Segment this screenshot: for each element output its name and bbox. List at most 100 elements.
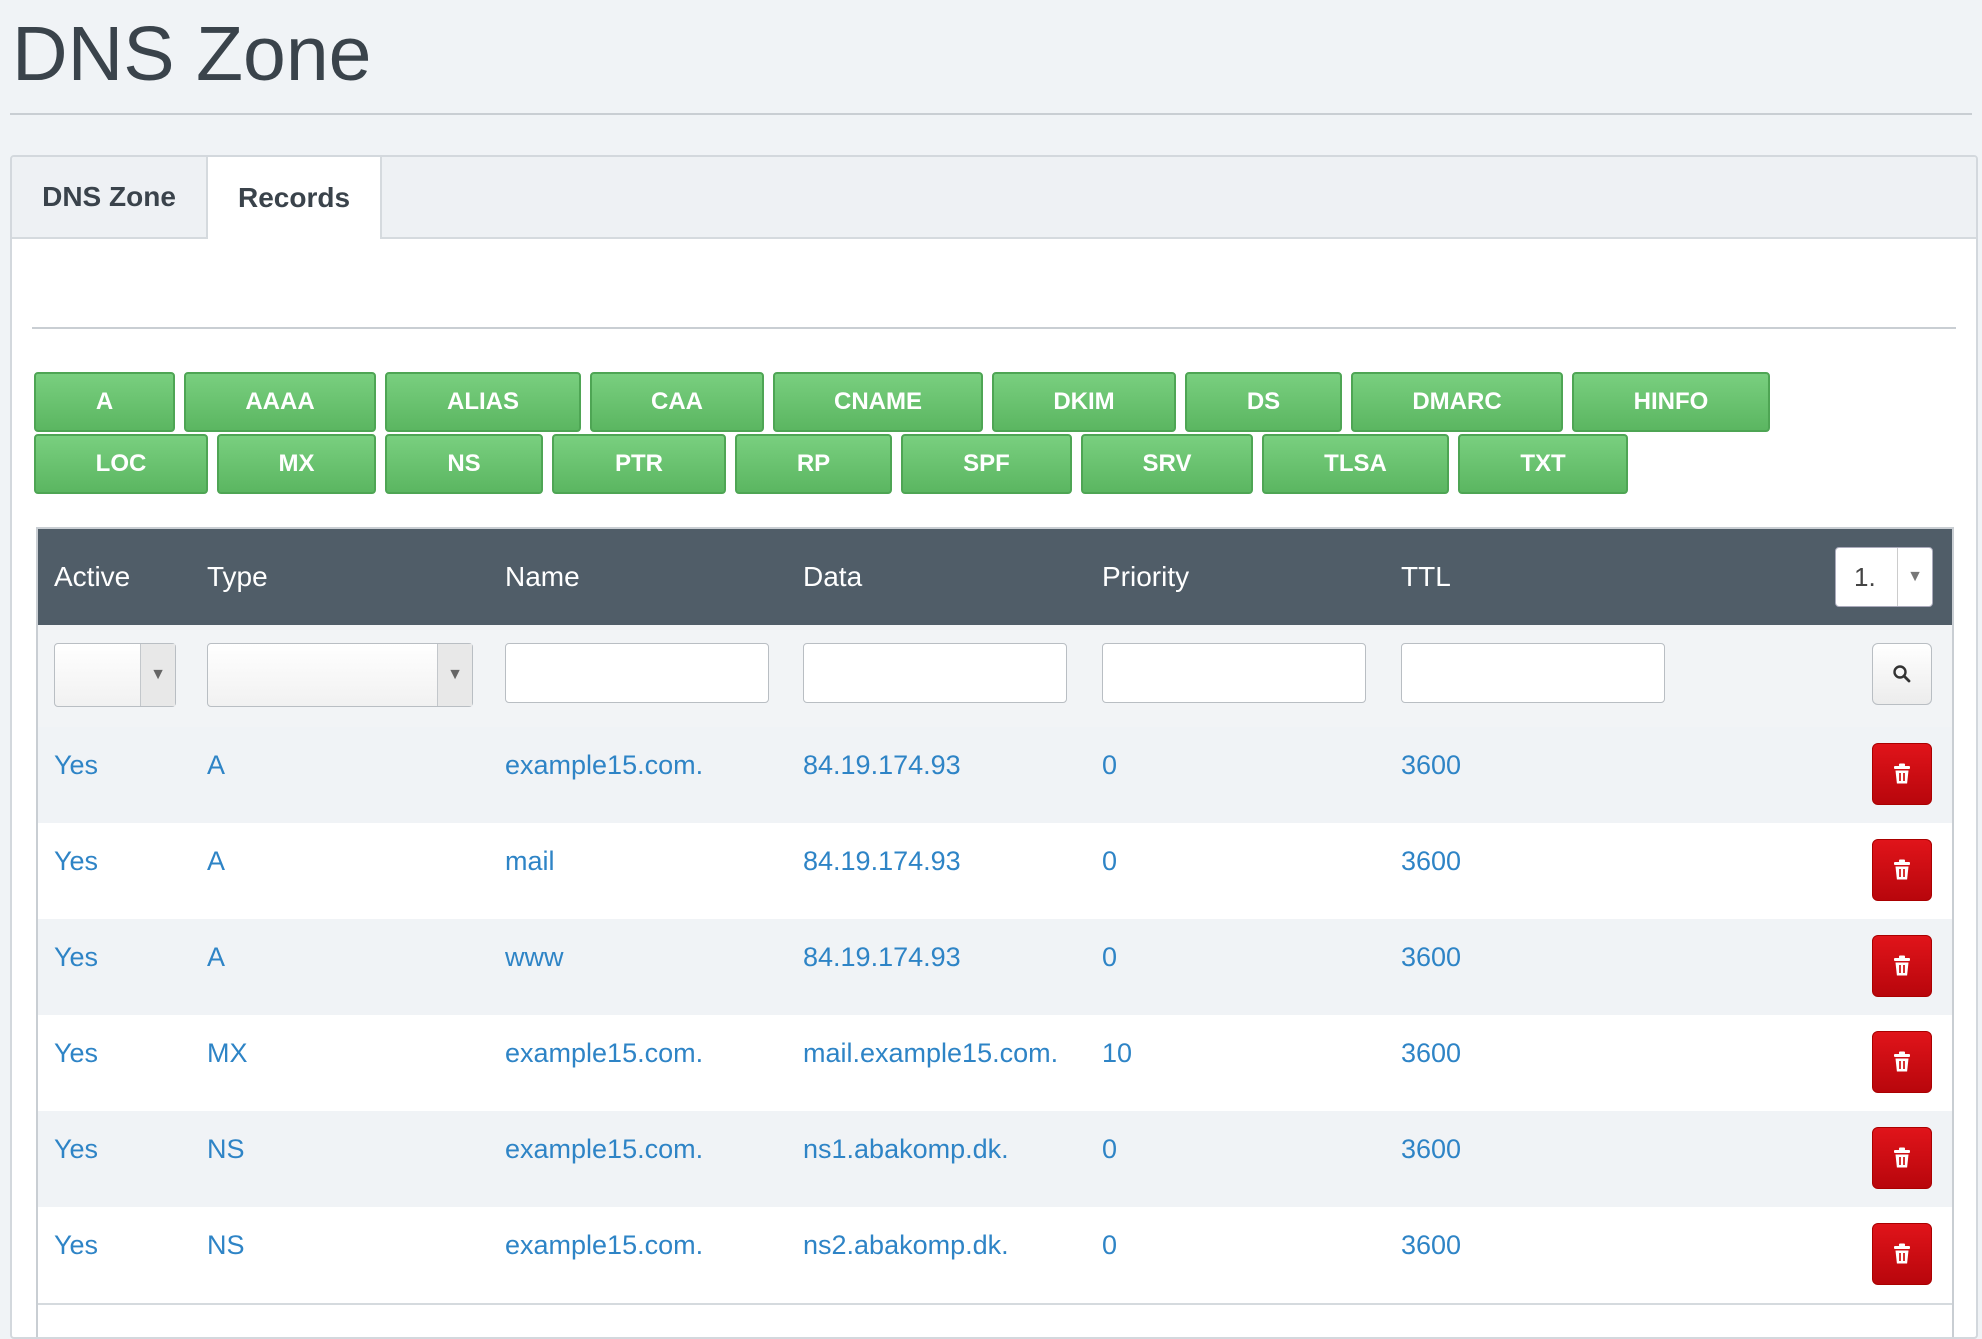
- cell-name[interactable]: mail: [505, 823, 555, 899]
- search-button[interactable]: [1872, 643, 1932, 705]
- add-dmarc-record-button[interactable]: DMARC: [1351, 372, 1563, 432]
- delete-record-button[interactable]: [1872, 1031, 1932, 1093]
- cell-active[interactable]: Yes: [54, 1111, 98, 1187]
- column-header-name[interactable]: Name: [505, 529, 580, 625]
- trash-icon: [1894, 1051, 1910, 1072]
- page-title: DNS Zone: [12, 11, 372, 97]
- cell-name[interactable]: example15.com.: [505, 1111, 703, 1187]
- trash-icon: [1894, 1243, 1910, 1264]
- section-divider: [32, 327, 1956, 329]
- cell-priority[interactable]: 0: [1102, 1111, 1117, 1187]
- cell-priority[interactable]: 0: [1102, 1207, 1117, 1283]
- cell-type[interactable]: NS: [207, 1207, 245, 1283]
- records-table: Active Type Name Data Priority TTL 1. ▼ …: [36, 527, 1954, 1337]
- cell-data[interactable]: 84.19.174.93: [803, 823, 961, 899]
- add-txt-record-button[interactable]: TXT: [1458, 434, 1628, 494]
- cell-name[interactable]: www: [505, 919, 564, 995]
- cell-name[interactable]: example15.com.: [505, 727, 703, 803]
- column-header-data[interactable]: Data: [803, 529, 862, 625]
- cell-data[interactable]: 84.19.174.93: [803, 727, 961, 803]
- table-row: Yes NS example15.com. ns2.abakomp.dk. 0 …: [38, 1207, 1952, 1305]
- title-divider: [10, 113, 1972, 115]
- add-mx-record-button[interactable]: MX: [217, 434, 376, 494]
- ttl-filter-input[interactable]: [1401, 643, 1665, 703]
- cell-active[interactable]: Yes: [54, 727, 98, 803]
- caret-down-icon: ▼: [1897, 548, 1932, 606]
- delete-record-button[interactable]: [1872, 935, 1932, 997]
- cell-active[interactable]: Yes: [54, 823, 98, 899]
- cell-data[interactable]: ns1.abakomp.dk.: [803, 1111, 1009, 1187]
- cell-ttl[interactable]: 3600: [1401, 1111, 1461, 1187]
- page-select-value: 1.: [1854, 562, 1876, 592]
- cell-type[interactable]: A: [207, 919, 225, 995]
- add-hinfo-record-button[interactable]: HINFO: [1572, 372, 1770, 432]
- cell-ttl[interactable]: 3600: [1401, 1207, 1461, 1283]
- cell-ttl[interactable]: 3600: [1401, 919, 1461, 995]
- cell-priority[interactable]: 0: [1102, 727, 1117, 803]
- add-alias-record-button[interactable]: ALIAS: [385, 372, 581, 432]
- add-ds-record-button[interactable]: DS: [1185, 372, 1342, 432]
- tab-bar: DNS Zone Records: [12, 157, 1976, 239]
- cell-active[interactable]: Yes: [54, 919, 98, 995]
- filter-row: ▼ ▼: [38, 625, 1952, 729]
- table-row: Yes A www 84.19.174.93 0 3600: [38, 919, 1952, 1017]
- table-row: Yes A example15.com. 84.19.174.93 0 3600: [38, 727, 1952, 825]
- delete-record-button[interactable]: [1872, 1127, 1932, 1189]
- cell-type[interactable]: MX: [207, 1015, 248, 1091]
- tab-dns-zone[interactable]: DNS Zone: [12, 157, 208, 237]
- cell-data[interactable]: 84.19.174.93: [803, 919, 961, 995]
- cell-active[interactable]: Yes: [54, 1207, 98, 1283]
- caret-down-icon: ▼: [140, 644, 175, 706]
- zone-panel: DNS Zone Records A AAAA ALIAS CAA CNAME …: [10, 155, 1978, 1339]
- name-filter-input[interactable]: [505, 643, 769, 703]
- delete-record-button[interactable]: [1872, 1223, 1932, 1285]
- cell-priority[interactable]: 0: [1102, 919, 1117, 995]
- tab-records[interactable]: Records: [208, 157, 382, 239]
- caret-down-icon: ▼: [437, 644, 472, 706]
- cell-type[interactable]: A: [207, 823, 225, 899]
- trash-icon: [1894, 859, 1910, 880]
- cell-active[interactable]: Yes: [54, 1015, 98, 1091]
- table-row: Yes NS example15.com. ns1.abakomp.dk. 0 …: [38, 1111, 1952, 1209]
- trash-icon: [1894, 955, 1910, 976]
- trash-icon: [1894, 763, 1910, 784]
- cell-name[interactable]: example15.com.: [505, 1015, 703, 1091]
- page-select[interactable]: 1. ▼: [1835, 547, 1933, 607]
- add-ns-record-button[interactable]: NS: [385, 434, 543, 494]
- add-aaaa-record-button[interactable]: AAAA: [184, 372, 376, 432]
- add-ptr-record-button[interactable]: PTR: [552, 434, 726, 494]
- data-filter-input[interactable]: [803, 643, 1067, 703]
- add-loc-record-button[interactable]: LOC: [34, 434, 208, 494]
- cell-name[interactable]: example15.com.: [505, 1207, 703, 1283]
- add-caa-record-button[interactable]: CAA: [590, 372, 764, 432]
- delete-record-button[interactable]: [1872, 743, 1932, 805]
- cell-data[interactable]: ns2.abakomp.dk.: [803, 1207, 1009, 1283]
- cell-type[interactable]: NS: [207, 1111, 245, 1187]
- cell-ttl[interactable]: 3600: [1401, 1015, 1461, 1091]
- table-row: Yes MX example15.com. mail.example15.com…: [38, 1015, 1952, 1113]
- cell-ttl[interactable]: 3600: [1401, 727, 1461, 803]
- column-header-active[interactable]: Active: [54, 529, 130, 625]
- cell-data[interactable]: mail.example15.com.: [803, 1015, 1058, 1091]
- trash-icon: [1894, 1147, 1910, 1168]
- cell-ttl[interactable]: 3600: [1401, 823, 1461, 899]
- cell-priority[interactable]: 0: [1102, 823, 1117, 899]
- cell-priority[interactable]: 10: [1102, 1015, 1132, 1091]
- column-header-ttl[interactable]: TTL: [1401, 529, 1451, 625]
- active-filter-select[interactable]: ▼: [54, 643, 176, 707]
- add-cname-record-button[interactable]: CNAME: [773, 372, 983, 432]
- cell-type[interactable]: A: [207, 727, 225, 803]
- type-filter-select[interactable]: ▼: [207, 643, 473, 707]
- add-dkim-record-button[interactable]: DKIM: [992, 372, 1176, 432]
- table-header: Active Type Name Data Priority TTL 1. ▼: [38, 529, 1952, 625]
- add-a-record-button[interactable]: A: [34, 372, 175, 432]
- column-header-type[interactable]: Type: [207, 529, 268, 625]
- delete-record-button[interactable]: [1872, 839, 1932, 901]
- column-header-priority[interactable]: Priority: [1102, 529, 1189, 625]
- add-tlsa-record-button[interactable]: TLSA: [1262, 434, 1449, 494]
- add-rp-record-button[interactable]: RP: [735, 434, 892, 494]
- add-spf-record-button[interactable]: SPF: [901, 434, 1072, 494]
- add-srv-record-button[interactable]: SRV: [1081, 434, 1253, 494]
- priority-filter-input[interactable]: [1102, 643, 1366, 703]
- table-row: Yes A mail 84.19.174.93 0 3600: [38, 823, 1952, 921]
